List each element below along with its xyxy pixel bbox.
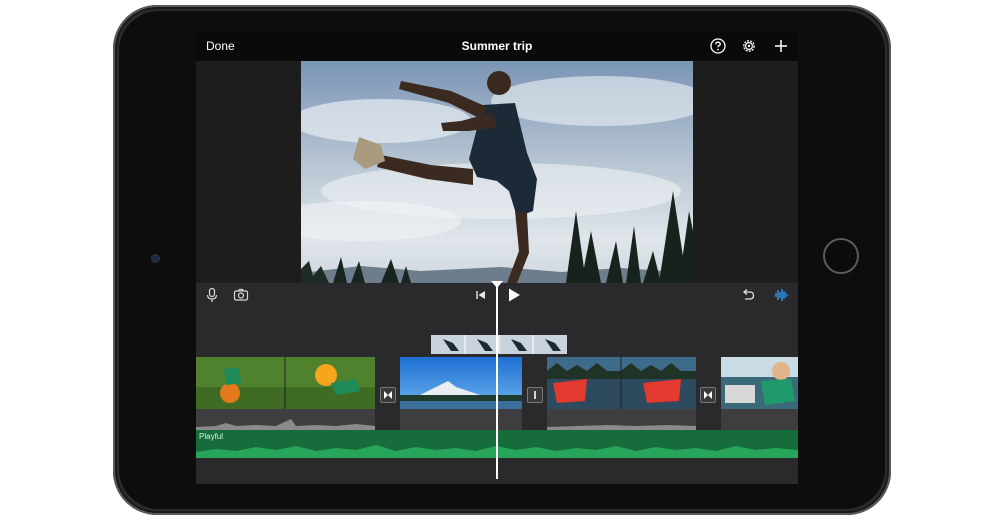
microphone-icon[interactable] <box>204 287 220 303</box>
preview-frame-image <box>301 61 693 283</box>
video-clip-mountain-lake[interactable] <box>400 357 522 409</box>
imovie-screen: Done Summer trip Playful <box>196 32 798 484</box>
camera-icon[interactable] <box>233 287 249 303</box>
transition-button-2[interactable] <box>527 387 543 403</box>
video-clip-canoes[interactable] <box>547 357 696 409</box>
add-plus-icon[interactable] <box>772 37 790 55</box>
clip-audio-waveform-4 <box>721 409 798 430</box>
skip-to-start-icon[interactable] <box>473 287 489 303</box>
playhead-line[interactable] <box>496 283 498 479</box>
undo-icon[interactable] <box>740 287 756 303</box>
clip-audio-waveform-3 <box>547 409 696 430</box>
clip-audio-waveform-2 <box>400 409 522 430</box>
home-button[interactable] <box>823 238 859 274</box>
clip-audio-waveform-1 <box>196 409 375 430</box>
video-clip-kids-garden[interactable] <box>196 357 375 409</box>
audio-waveform-icon[interactable] <box>773 287 789 303</box>
project-title: Summer trip <box>461 39 533 53</box>
video-viewer <box>196 61 798 283</box>
play-icon[interactable] <box>506 287 522 303</box>
front-camera <box>152 255 159 262</box>
transition-button-1[interactable] <box>380 387 396 403</box>
video-clip-kids-car[interactable] <box>721 357 798 409</box>
transition-button-3[interactable] <box>700 387 716 403</box>
settings-gear-icon[interactable] <box>740 37 758 55</box>
cutaway-clip[interactable] <box>431 335 567 354</box>
help-icon[interactable] <box>709 37 727 55</box>
top-navigation-bar: Done Summer trip <box>196 32 798 61</box>
